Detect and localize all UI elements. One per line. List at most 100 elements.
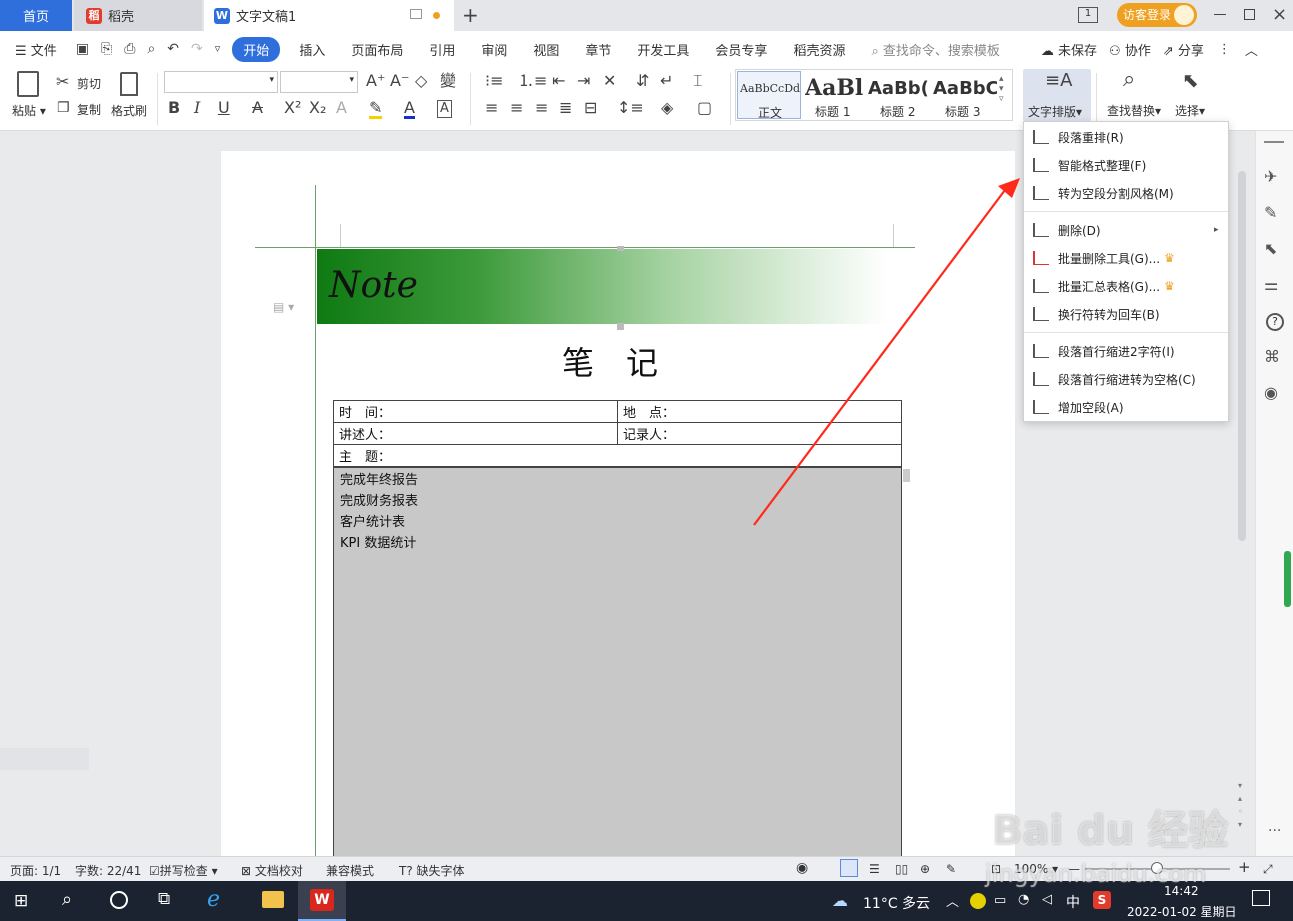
cut-button[interactable]: 剪切 xyxy=(77,75,101,92)
tray-expand-icon[interactable]: ︿ xyxy=(946,891,959,910)
clear-format-icon[interactable]: ◇ xyxy=(415,73,427,89)
font-grow-icon[interactable]: A⁺ xyxy=(366,73,385,89)
cursor-icon[interactable]: ⬉ xyxy=(1264,239,1277,258)
tab-daoke[interactable]: 稻 稻壳 xyxy=(74,0,202,31)
menu-devtools[interactable]: 开发工具 xyxy=(624,40,702,59)
format-painter-icon[interactable] xyxy=(120,72,138,96)
cell-speaker[interactable]: 讲述人： xyxy=(333,422,618,445)
cell-time[interactable]: 时 间： xyxy=(333,400,618,423)
menu-delete[interactable]: 删除(D) ▸ xyxy=(1024,216,1228,244)
sogou-ime-icon[interactable]: S xyxy=(1093,891,1111,909)
resize-handle[interactable] xyxy=(617,246,624,251)
undo-icon[interactable]: ↶ xyxy=(167,41,179,57)
zoom-in-icon[interactable]: + xyxy=(1238,858,1251,876)
font-family-select[interactable]: ▾ xyxy=(164,71,278,93)
more-horizontal-icon[interactable]: ··· xyxy=(1268,823,1281,839)
copy-button[interactable]: 复制 xyxy=(77,101,101,118)
quick-access-more-icon[interactable]: ▿ xyxy=(215,41,221,57)
zoom-indicator[interactable] xyxy=(1284,551,1291,607)
menu-insert[interactable]: 插入 xyxy=(286,40,338,59)
menu-batch-summary[interactable]: 批量汇总表格(G)... ♛ xyxy=(1024,272,1228,300)
underline-icon[interactable]: U xyxy=(218,100,230,116)
settings-sliders-icon[interactable]: ⚌ xyxy=(1264,275,1278,294)
select-cursor-icon[interactable]: ⬉ xyxy=(1182,70,1199,90)
preview-icon[interactable]: ⌕ xyxy=(147,41,155,57)
tab-document[interactable]: W 文字文稿1 xyxy=(204,0,454,31)
outline-view-icon[interactable]: ☰ xyxy=(869,862,880,876)
increase-indent-icon[interactable]: ⇥ xyxy=(577,73,590,89)
float-window-icon[interactable] xyxy=(410,9,422,19)
resize-handle[interactable] xyxy=(617,323,624,330)
bullet-list-icon[interactable]: ⁝≡ xyxy=(485,73,504,89)
missing-font-button[interactable]: T? 缺失字体 xyxy=(399,862,465,879)
share-button[interactable]: ⇗ 分享 xyxy=(1157,40,1210,59)
decrease-indent-icon[interactable]: ⇤ xyxy=(552,73,565,89)
line-spacing-icon[interactable]: ↕≡ xyxy=(617,100,644,116)
chinese-layout-icon[interactable]: ✕ xyxy=(603,73,616,89)
style-heading2[interactable]: AaBb( 标题 2 xyxy=(868,71,932,119)
help-icon[interactable]: ? xyxy=(1266,313,1284,331)
proofread-button[interactable]: ⊠ 文档校对 xyxy=(241,862,303,879)
text-direction-icon[interactable]: ⇵ xyxy=(636,73,649,89)
sort-icon[interactable]: ↵ xyxy=(660,73,673,89)
scrollbar-thumb[interactable] xyxy=(1238,171,1246,541)
style-scroll-icon[interactable]: ▴ ▾ ▿ xyxy=(999,74,1004,104)
ime-indicator[interactable]: 中 xyxy=(1066,892,1080,912)
task-view-icon[interactable]: ⧉ xyxy=(158,889,170,909)
search-icon[interactable]: ⌕ xyxy=(62,889,72,910)
export-icon[interactable]: ⎘ xyxy=(101,41,112,57)
network-icon[interactable]: ▭ xyxy=(994,893,1006,908)
copy-icon[interactable]: ❐ xyxy=(57,100,70,116)
print-icon[interactable]: ⎙ xyxy=(124,41,135,57)
notification-icon[interactable] xyxy=(1252,890,1270,906)
collab-button[interactable]: ⚇ 协作 xyxy=(1103,40,1157,59)
word-count[interactable]: 字数: 22/41 xyxy=(75,862,141,879)
menu-start[interactable]: 开始 xyxy=(232,36,281,62)
char-border-icon[interactable]: A xyxy=(437,100,452,118)
paste-button[interactable]: 粘贴 ▾ xyxy=(12,102,46,119)
new-tab-icon[interactable]: + xyxy=(462,3,479,27)
page-indicator[interactable]: 页面: 1/1 xyxy=(10,862,61,879)
vertical-scrollbar[interactable]: ▾ ▴ ◦ ▾ xyxy=(1237,131,1247,856)
show-marks-icon[interactable]: ⌶ xyxy=(693,73,703,89)
superscript-icon[interactable]: X² xyxy=(284,100,301,116)
window-count-icon[interactable]: 1 xyxy=(1078,7,1098,23)
paste-icon[interactable] xyxy=(17,71,39,97)
page-view-icon[interactable] xyxy=(840,859,858,877)
annotate-icon[interactable]: ✎ xyxy=(946,862,956,876)
file-menu[interactable]: ☰ 文件 xyxy=(0,40,70,59)
text-layout-button[interactable]: ≡A 文字排版▾ xyxy=(1023,69,1091,121)
select-button[interactable]: 选择▾ xyxy=(1175,102,1205,119)
font-shrink-icon[interactable]: A⁻ xyxy=(390,73,409,89)
collapse-ribbon-icon[interactable]: ︿ xyxy=(1239,40,1264,59)
rocket-icon[interactable]: ✈ xyxy=(1264,167,1277,186)
highlight-icon[interactable]: ✎ xyxy=(369,100,383,119)
weather-text[interactable]: 11°C 多云 xyxy=(863,893,930,913)
font-color-icon[interactable]: A xyxy=(404,100,415,119)
save-icon[interactable]: ▣ xyxy=(76,41,89,57)
cortana-icon[interactable] xyxy=(110,891,128,909)
menu-review[interactable]: 审阅 xyxy=(468,40,520,59)
italic-icon[interactable]: I xyxy=(194,100,200,116)
style-heading1[interactable]: AaBl 标题 1 xyxy=(803,71,867,119)
font-size-select[interactable]: ▾ xyxy=(280,71,358,93)
menu-add-empty-para[interactable]: 增加空段(A) xyxy=(1024,393,1228,421)
location-icon[interactable]: ◉ xyxy=(1264,383,1278,402)
style-heading3[interactable]: AaBbC 标题 3 xyxy=(933,71,997,119)
reading-view-icon[interactable]: ▯▯ xyxy=(895,862,908,876)
align-left-icon[interactable]: ≡ xyxy=(485,100,498,116)
menu-daoke-resources[interactable]: 稻壳资源 xyxy=(780,40,858,59)
strikethrough-icon[interactable]: A xyxy=(252,100,263,116)
volume-icon[interactable]: ◁ xyxy=(1042,892,1052,907)
menu-batch-delete[interactable]: 批量删除工具(G)... ♛ xyxy=(1024,244,1228,272)
bold-icon[interactable]: B xyxy=(168,100,180,116)
menu-reference[interactable]: 引用 xyxy=(416,40,468,59)
subscript-icon[interactable]: X₂ xyxy=(309,100,326,116)
tab-home[interactable]: 首页 xyxy=(0,0,72,31)
eye-protect-icon[interactable]: ◉ xyxy=(796,860,808,876)
spell-check-button[interactable]: ☑拼写检查 ▾ xyxy=(149,862,218,879)
menu-chapter[interactable]: 章节 xyxy=(572,40,624,59)
justify-icon[interactable]: ≣ xyxy=(559,100,572,116)
menu-linebreak-to-enter[interactable]: 换行符转为回车(B) xyxy=(1024,300,1228,328)
borders-icon[interactable]: ▢ xyxy=(697,100,712,116)
